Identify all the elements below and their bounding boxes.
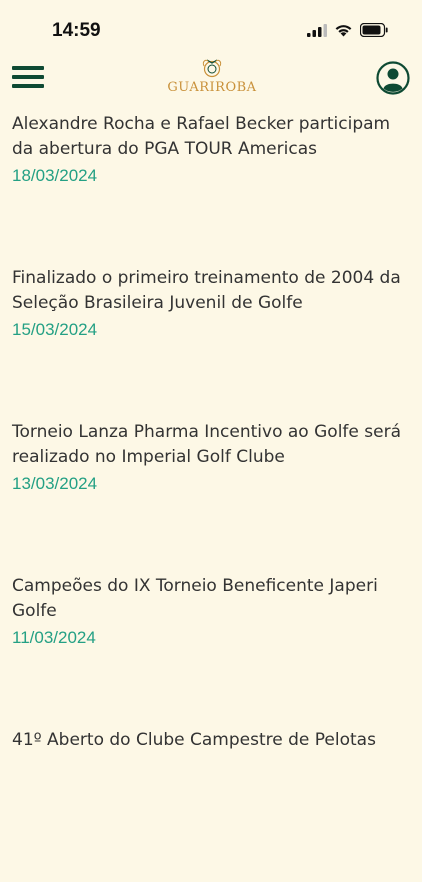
news-item[interactable]: 41º Aberto do Clube Campestre de Pelotas [0, 728, 422, 882]
menu-icon [12, 66, 44, 70]
app-header: GUARIROBA [0, 54, 422, 104]
news-title: Campeões do IX Torneio Beneficente Japer… [12, 576, 378, 621]
menu-button[interactable] [12, 66, 44, 92]
news-date: 13/03/2024 [12, 474, 98, 493]
news-item[interactable]: Alexandre Rocha e Rafael Becker particip… [0, 112, 422, 266]
status-bar: 14:59 [0, 0, 422, 54]
news-title: 41º Aberto do Clube Campestre de Pelotas [12, 730, 376, 750]
news-date: 11/03/2024 [12, 628, 96, 647]
logo-text: GUARIROBA [167, 80, 257, 95]
status-time: 14:59 [52, 20, 101, 41]
news-date: 15/03/2024 [12, 320, 98, 339]
logo: GUARIROBA [160, 56, 264, 95]
news-title: Torneio Lanza Pharma Incentivo ao Golfe … [12, 422, 401, 467]
logo-crest-icon [202, 59, 222, 78]
news-title: Alexandre Rocha e Rafael Becker particip… [12, 114, 391, 159]
wifi-icon [335, 25, 352, 37]
news-item[interactable]: Campeões do IX Torneio Beneficente Japer… [0, 574, 422, 728]
news-item[interactable]: Torneio Lanza Pharma Incentivo ao Golfe … [0, 420, 422, 574]
news-date: 18/03/2024 [12, 166, 98, 185]
user-profile-icon [376, 61, 410, 95]
status-icons [307, 23, 388, 37]
news-item[interactable]: Finalizado o primeiro treinamento de 200… [0, 266, 422, 420]
profile-button[interactable] [376, 61, 410, 95]
signal-icon [307, 23, 327, 37]
battery-icon [360, 23, 388, 37]
news-title: Finalizado o primeiro treinamento de 200… [12, 268, 401, 313]
news-list: Alexandre Rocha e Rafael Becker particip… [0, 112, 422, 882]
